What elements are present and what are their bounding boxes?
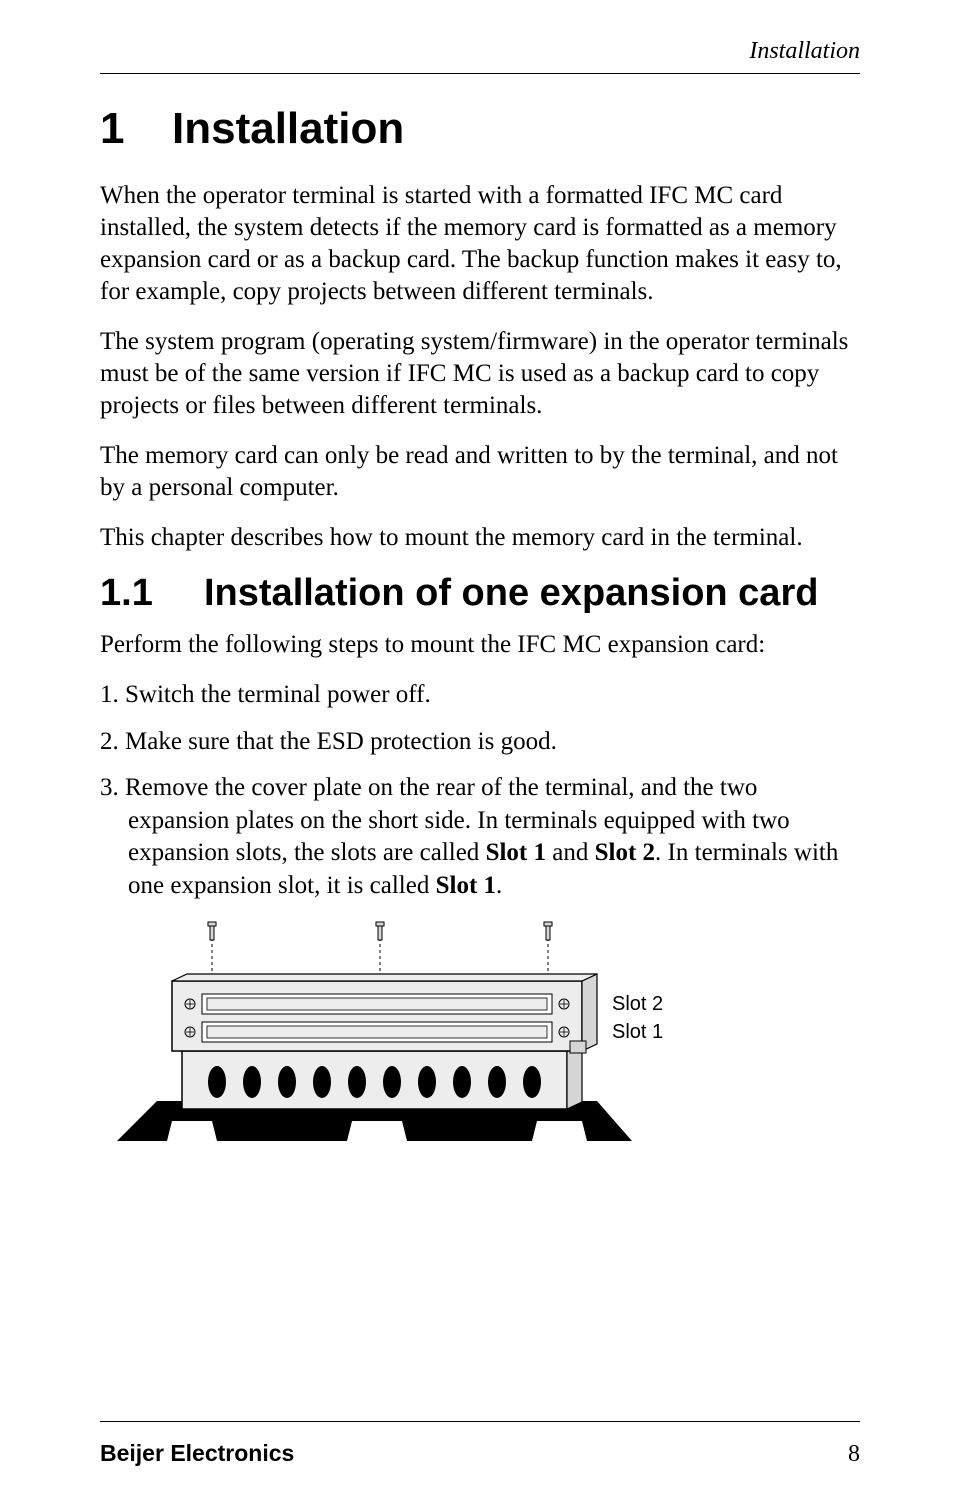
list-item: Remove the cover plate on the rear of th…	[100, 772, 860, 902]
paragraph: When the operator terminal is started wi…	[100, 180, 860, 308]
bold-text: Slot 1	[436, 872, 496, 899]
paragraph: This chapter describes how to mount the …	[100, 522, 860, 554]
list-item: Make sure that the ESD protection is goo…	[100, 726, 860, 759]
section-intro: Perform the following steps to mount the…	[100, 629, 860, 661]
footer-brand: Beijer Electronics	[100, 1440, 294, 1467]
bold-text: Slot 1	[486, 839, 546, 866]
chapter-title: Installation	[172, 104, 404, 153]
step-list: Switch the terminal power off. Make sure…	[100, 679, 860, 902]
section-number: 1.1	[100, 572, 204, 615]
section-heading: 1.1Installation of one expansion card	[100, 572, 860, 615]
slot-1-label: Slot 1	[612, 1021, 663, 1043]
paragraph: The memory card can only be read and wri…	[100, 440, 860, 504]
list-item: Switch the terminal power off.	[100, 679, 860, 712]
bold-text: Slot 2	[595, 839, 655, 866]
page-number: 8	[848, 1441, 860, 1468]
slot-2-label: Slot 2	[612, 993, 663, 1015]
running-head: Installation	[100, 38, 860, 74]
page-footer: Beijer Electronics 8	[100, 1421, 860, 1468]
section-title: Installation of one expansion card	[204, 572, 818, 614]
paragraph: The system program (operating system/fir…	[100, 326, 860, 422]
terminal-diagram: Slot 2 Slot 1	[112, 916, 860, 1181]
chapter-number: 1	[100, 104, 172, 154]
chapter-heading: 1Installation	[100, 104, 860, 154]
